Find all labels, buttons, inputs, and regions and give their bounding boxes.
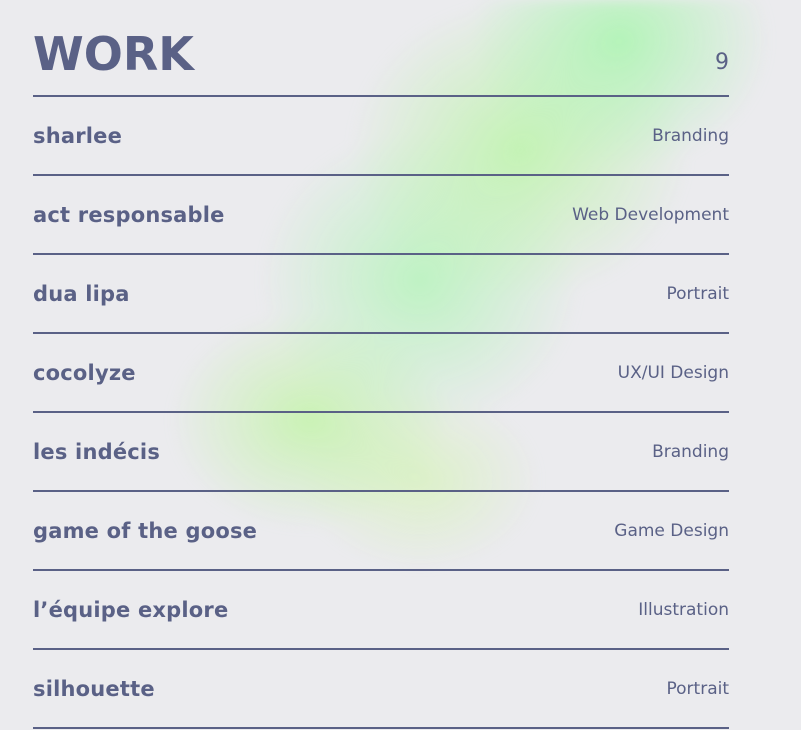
work-item-name: silhouette <box>33 676 155 701</box>
work-item-silhouette[interactable]: silhouette Portrait <box>33 650 729 729</box>
work-list: sharlee Branding act responsable Web Dev… <box>33 97 729 729</box>
work-item-lequipe-explore[interactable]: l’équipe explore Illustration <box>33 571 729 650</box>
work-item-category: Web Development <box>572 204 729 225</box>
work-item-name: les indécis <box>33 439 161 464</box>
work-item-name: dua lipa <box>33 281 130 306</box>
work-item-category: Branding <box>652 441 729 462</box>
page-title: WORK <box>33 27 194 81</box>
work-item-name: sharlee <box>33 123 123 148</box>
work-item-name: l’équipe explore <box>33 597 229 622</box>
work-item-game-of-the-goose[interactable]: game of the goose Game Design <box>33 492 729 571</box>
work-item-category: Illustration <box>638 599 729 620</box>
work-item-category: Game Design <box>614 520 729 541</box>
work-section: WORK 9 sharlee Branding act responsable … <box>33 0 729 729</box>
work-item-name: cocolyze <box>33 360 136 385</box>
work-item-name: act responsable <box>33 202 225 227</box>
work-item-act-responsable[interactable]: act responsable Web Development <box>33 176 729 255</box>
work-item-category: UX/UI Design <box>617 362 729 383</box>
work-item-les-indecis[interactable]: les indécis Branding <box>33 413 729 492</box>
work-header: WORK 9 <box>33 0 729 97</box>
work-count: 9 <box>715 50 729 75</box>
work-item-dua-lipa[interactable]: dua lipa Portrait <box>33 255 729 334</box>
work-item-category: Portrait <box>666 283 730 304</box>
work-item-sharlee[interactable]: sharlee Branding <box>33 97 729 176</box>
work-item-name: game of the goose <box>33 518 258 543</box>
work-item-cocolyze[interactable]: cocolyze UX/UI Design <box>33 334 729 413</box>
work-item-category: Branding <box>652 125 729 146</box>
work-item-category: Portrait <box>666 678 730 699</box>
